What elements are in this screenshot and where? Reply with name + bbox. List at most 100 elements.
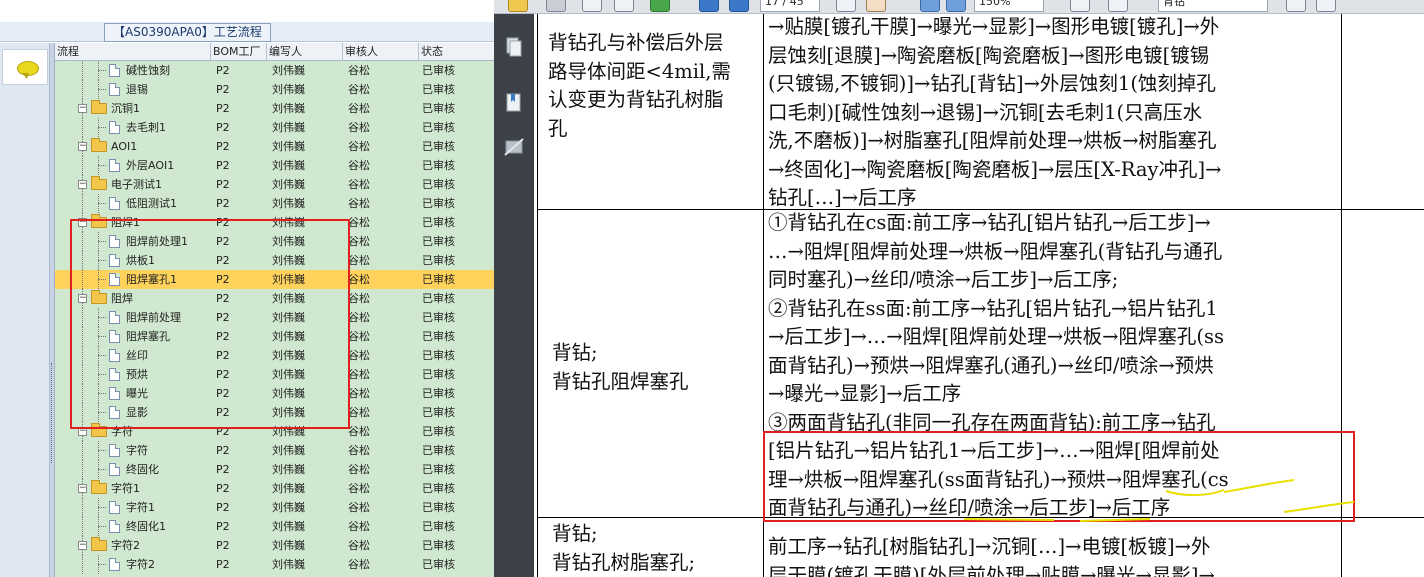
status-cell: 已审核: [422, 140, 455, 153]
reviewer-cell: 谷松: [348, 387, 370, 400]
reviewer-cell: 谷松: [348, 178, 370, 191]
status-cell: 已审核: [422, 64, 455, 77]
flow-name-cell: 外层AOI1: [109, 156, 211, 175]
search-prev-icon[interactable]: [1286, 0, 1306, 12]
reviewer-cell: 谷松: [348, 83, 370, 96]
table-row[interactable]: 去毛刺1 P2 刘伟巍 谷松 已审核: [55, 118, 494, 137]
folder-icon: [91, 100, 107, 114]
status-cell: 已审核: [422, 368, 455, 381]
status-cell: 已审核: [422, 83, 455, 96]
table-row[interactable]: − 字符1 P2 刘伟巍 谷松 已审核: [55, 479, 494, 498]
writer-cell: 刘伟巍: [272, 178, 305, 191]
flow-name-cell: 沉铜1: [91, 99, 211, 118]
bom-cell: P2: [216, 64, 230, 77]
table-row[interactable]: 字符 P2 刘伟巍 谷松 已审核: [55, 441, 494, 460]
search-next-icon[interactable]: [1316, 0, 1336, 12]
select-cursor-icon[interactable]: [836, 0, 856, 12]
folder-icon: [91, 176, 107, 190]
collapse-toggle-icon[interactable]: −: [78, 104, 87, 113]
status-cell: 已审核: [422, 558, 455, 571]
reviewer-cell: 谷松: [348, 64, 370, 77]
status-cell: 已审核: [422, 102, 455, 115]
reviewer-cell: 谷松: [348, 539, 370, 552]
column-header-flow[interactable]: 流程: [55, 43, 211, 61]
flow-name-label: 去毛刺1: [126, 121, 166, 134]
folder-icon: [91, 480, 107, 494]
bookmarks-icon[interactable]: [503, 92, 523, 114]
writer-cell: 刘伟巍: [272, 197, 305, 210]
collapse-toggle-icon[interactable]: −: [78, 484, 87, 493]
column-header-writer[interactable]: 编写人: [267, 43, 343, 61]
zoom-field[interactable]: 150%: [974, 0, 1044, 12]
flow-name-label: 字符: [126, 444, 148, 457]
document-icon: [109, 159, 120, 172]
search-field[interactable]: 背钻: [1158, 0, 1268, 12]
reviewer-cell: 谷松: [348, 330, 370, 343]
collapse-toggle-icon[interactable]: −: [78, 180, 87, 189]
bom-cell: P2: [216, 197, 230, 210]
page-down-icon[interactable]: [729, 0, 749, 12]
flow-name-cell: 字符2: [109, 555, 211, 574]
hand-tool-icon[interactable]: [866, 0, 886, 12]
status-cell: 已审核: [422, 349, 455, 362]
flow-name-cell: 退锡: [109, 80, 211, 99]
window-title-tab[interactable]: 【AS0390APA0】工艺流程: [104, 23, 271, 42]
print-icon[interactable]: [546, 0, 566, 12]
reviewer-cell: 谷松: [348, 216, 370, 229]
table-row[interactable]: 低阻测试1 P2 刘伟巍 谷松 已审核: [55, 194, 494, 213]
table-row[interactable]: 外层AOI1 P2 刘伟巍 谷松 已审核: [55, 156, 494, 175]
reviewer-cell: 谷松: [348, 463, 370, 476]
table-row[interactable]: − 电子测试1 P2 刘伟巍 谷松 已审核: [55, 175, 494, 194]
pdf-viewer: 17 / 45 150% 背钻 背钻孔与补偿后外层 路导体间距<4mil,需 认…: [494, 0, 1424, 577]
page-number-field[interactable]: 17 / 45: [760, 0, 820, 12]
bom-cell: P2: [216, 482, 230, 495]
reviewer-cell: 谷松: [348, 159, 370, 172]
column-header-bom[interactable]: BOM工厂: [211, 43, 267, 61]
flow-name-label: 碱性蚀刻: [126, 64, 170, 77]
table-row[interactable]: 退锡 P2 刘伟巍 谷松 已审核: [55, 80, 494, 99]
document-icon: [109, 501, 120, 514]
table-row[interactable]: − AOI1 P2 刘伟巍 谷松 已审核: [55, 137, 494, 156]
column-header-reviewer[interactable]: 审核人: [343, 43, 419, 61]
bom-cell: P2: [216, 140, 230, 153]
table-row[interactable]: 终固化 P2 刘伟巍 谷松 已审核: [55, 460, 494, 479]
status-cell: 已审核: [422, 425, 455, 438]
pages-icon[interactable]: [503, 36, 523, 58]
table-row[interactable]: 字符1 P2 刘伟巍 谷松 已审核: [55, 498, 494, 517]
flow-name-label: 沉铜1: [111, 102, 140, 115]
status-cell: 已审核: [422, 387, 455, 400]
export-icon[interactable]: [650, 0, 670, 12]
status-cell: 已审核: [422, 463, 455, 476]
collapse-toggle-icon[interactable]: −: [78, 541, 87, 550]
document-icon: [109, 121, 120, 134]
reviewer-cell: 谷松: [348, 558, 370, 571]
bom-cell: P2: [216, 463, 230, 476]
flow-name-label: 终固化: [126, 463, 159, 476]
column-header-status[interactable]: 状态: [419, 43, 494, 61]
writer-cell: 刘伟巍: [272, 539, 305, 552]
fit-page-icon[interactable]: [1108, 0, 1128, 12]
table-row[interactable]: 碱性蚀刻 P2 刘伟巍 谷松 已审核: [55, 61, 494, 80]
status-cell: 已审核: [422, 121, 455, 134]
zoom-in-icon[interactable]: [946, 0, 966, 12]
zoom-out-icon[interactable]: [920, 0, 940, 12]
comment-button[interactable]: [2, 49, 48, 85]
open-folder-icon[interactable]: [508, 0, 528, 12]
save-icon[interactable]: [582, 0, 602, 12]
table-row[interactable]: − 字符2 P2 刘伟巍 谷松 已审核: [55, 536, 494, 555]
page-up-icon[interactable]: [699, 0, 719, 12]
process-flow-app: 【AS0390APA0】工艺流程 流程 BOM工厂 编写人 审核人 状态 碱性蚀…: [0, 0, 494, 577]
bom-cell: P2: [216, 558, 230, 571]
flow-name-label: 字符2: [126, 558, 155, 571]
flow-name-cell: 终固化: [109, 460, 211, 479]
fit-width-icon[interactable]: [1070, 0, 1090, 12]
flow-name-cell: 字符2: [91, 536, 211, 555]
flow-name-cell: 低阻测试1: [109, 194, 211, 213]
table-row[interactable]: 终固化1 P2 刘伟巍 谷松 已审核: [55, 517, 494, 536]
document-icon[interactable]: [614, 0, 634, 12]
table-row[interactable]: 字符2 P2 刘伟巍 谷松 已审核: [55, 555, 494, 574]
status-cell: 已审核: [422, 235, 455, 248]
collapse-toggle-icon[interactable]: −: [78, 142, 87, 151]
table-row[interactable]: − 沉铜1 P2 刘伟巍 谷松 已审核: [55, 99, 494, 118]
attachments-icon[interactable]: [503, 136, 524, 158]
